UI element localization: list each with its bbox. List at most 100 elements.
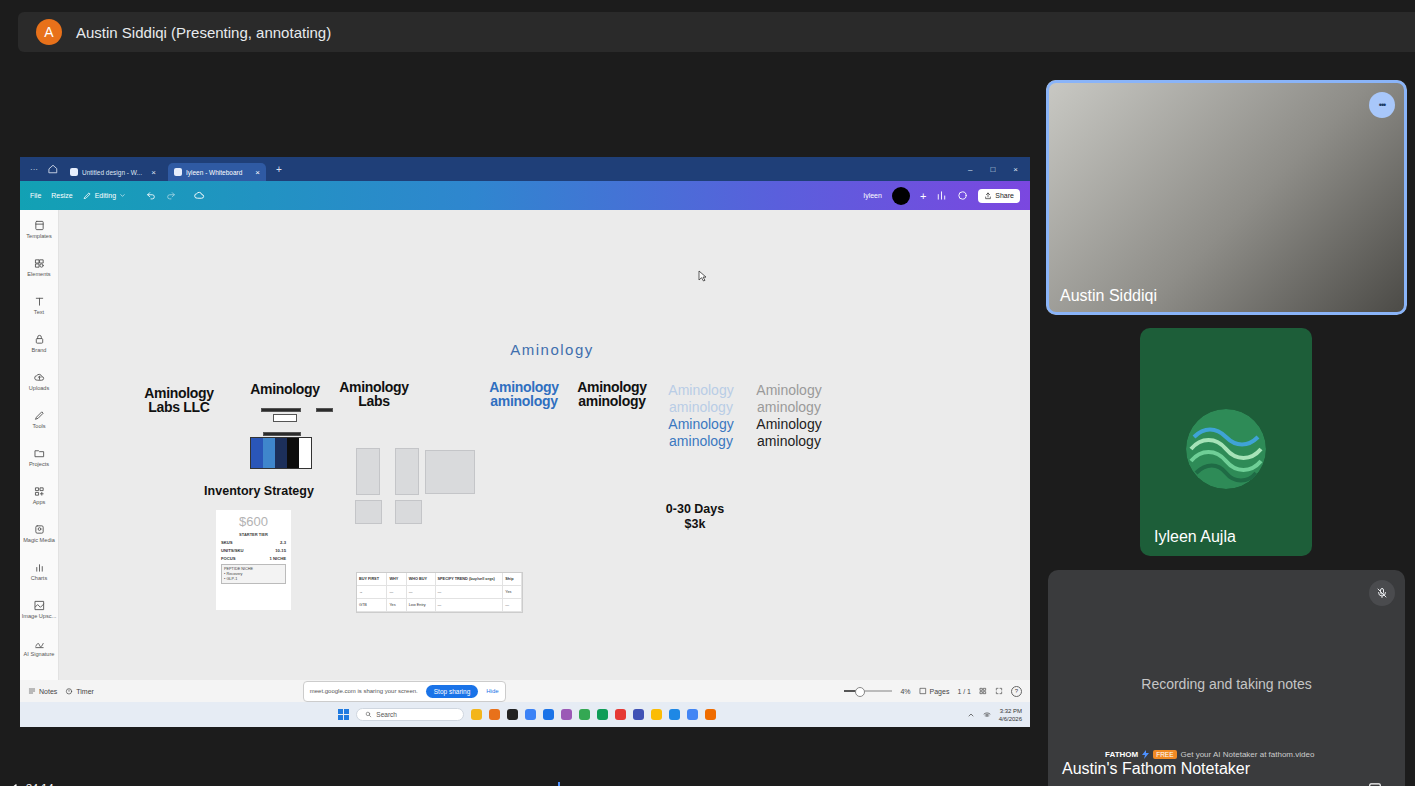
home-icon[interactable] (48, 164, 58, 174)
redo-icon[interactable] (166, 191, 176, 201)
taskbar-app-icon[interactable] (471, 709, 482, 720)
participant-tile[interactable]: Recording and taking notesFATHOMFREEGet … (1048, 570, 1405, 786)
browser-tab[interactable]: Untitled design - W... × (64, 163, 162, 181)
taskbar-app-icon[interactable] (651, 709, 662, 720)
taskbar-search[interactable]: Search (356, 708, 464, 721)
tray-chevron-icon[interactable] (967, 711, 975, 719)
sidebar-item[interactable]: Text (20, 296, 58, 334)
notes-button[interactable]: Notes (28, 687, 57, 695)
menu-item[interactable]: File (30, 192, 41, 199)
presenter-label: Austin Siddiqi (Presenting, annotating) (76, 24, 331, 41)
clock[interactable]: 3:32 PM4/6/2026 (999, 707, 1022, 723)
table-header: WHO BUY (407, 573, 436, 586)
comment-icon[interactable] (957, 190, 968, 201)
add-collaborator[interactable]: + (920, 190, 926, 202)
product-image[interactable] (356, 448, 380, 495)
user-avatar[interactable] (892, 187, 910, 205)
product-image[interactable] (425, 450, 475, 494)
color-swatch[interactable] (299, 438, 311, 468)
help-button[interactable]: ? (1011, 686, 1022, 697)
menu-item[interactable]: Resize (51, 192, 72, 199)
sidebar-item[interactable]: Image Upsc... (20, 600, 58, 638)
taskbar-app-icon[interactable] (705, 709, 716, 720)
participant-tile[interactable]: Iyleen Aujla (1140, 328, 1312, 556)
tier-note-line: • Recovery (224, 572, 283, 576)
whiteboard-canvas[interactable]: AminologyAminologyLabs LLCAminologyAmino… (59, 210, 1030, 680)
playback-time: 34:14 (26, 782, 52, 786)
taskbar-app-icon[interactable] (507, 709, 518, 720)
stop-sharing-button[interactable]: Stop sharing (426, 685, 479, 698)
sidebar-item[interactable]: Projects (20, 448, 58, 486)
sidebar-item[interactable]: Elements (20, 258, 58, 296)
window-control[interactable]: × (1007, 165, 1024, 174)
sidebar-item[interactable]: Magic Media (20, 524, 58, 562)
participant-tile[interactable]: Austin Siddiqi••• (1046, 80, 1407, 315)
editing-dropdown[interactable]: Editing (83, 191, 126, 200)
undo-icon[interactable] (146, 191, 156, 201)
taskbar-app-icon[interactable] (669, 709, 680, 720)
color-swatch[interactable] (275, 438, 287, 468)
taskbar-app-icon[interactable] (615, 709, 626, 720)
tier-row: SKUS2-3 (221, 540, 286, 545)
sidebar-item[interactable]: Apps (20, 486, 58, 524)
taskbar-app-icon[interactable] (597, 709, 608, 720)
tab-close[interactable]: × (151, 168, 156, 177)
playhead[interactable] (558, 782, 560, 786)
tier-cell: 1 NICHE (269, 556, 286, 561)
zoom-knob[interactable] (855, 687, 865, 697)
grid-view-icon[interactable] (979, 687, 987, 695)
table-cell: — (387, 586, 406, 599)
label-mockup-bar (273, 414, 297, 422)
color-swatch[interactable] (263, 438, 275, 468)
sidebar-item[interactable]: Tools (20, 410, 58, 448)
taskbar-app-icon[interactable] (561, 709, 572, 720)
taskbar-app-icon[interactable] (633, 709, 644, 720)
color-swatch[interactable] (287, 438, 299, 468)
sidebar-item[interactable]: Uploads (20, 372, 58, 410)
sidebar-item[interactable]: Templates (20, 220, 58, 258)
sidebar-item[interactable]: Brand (20, 334, 58, 372)
product-image[interactable] (395, 448, 419, 495)
canva-favicon-icon (174, 168, 182, 176)
taskbar-app-icon[interactable] (489, 709, 500, 720)
color-swatch[interactable] (251, 438, 263, 468)
taskbar-app-icon[interactable] (543, 709, 554, 720)
tier-card[interactable]: $600STARTER TIERSKUS2-3UNITS/SKU10-15FOC… (216, 510, 291, 610)
cloud-icon[interactable] (194, 190, 205, 201)
taskbar-app-icon[interactable] (579, 709, 590, 720)
product-image[interactable] (395, 500, 422, 524)
tier-row: FOCUS1 NICHE (221, 556, 286, 561)
wordmark-line: Labs (339, 394, 409, 408)
sidebar-label: Templates (26, 233, 52, 239)
taskbar-app-icon[interactable] (687, 709, 698, 720)
sidebar-item[interactable]: AI Signature (20, 638, 58, 676)
wordmark-line: aminology (756, 399, 821, 416)
pages-button[interactable]: Pages (919, 687, 950, 695)
wordmark-color: Aminologyaminology (668, 416, 733, 450)
picture-in-picture-icon[interactable] (1368, 781, 1382, 786)
more-options-button[interactable]: ••• (1369, 92, 1395, 118)
window-control[interactable]: □ (984, 165, 1001, 174)
participant-status: Recording and taking notes (1048, 676, 1405, 692)
windows-start-icon[interactable] (338, 709, 349, 720)
window-control[interactable]: – (962, 165, 978, 174)
plan-table[interactable]: BUY FIRSTWHYWHO BUYSPECIFY TREND (buy/se… (356, 572, 523, 613)
timer-button[interactable]: Timer (65, 687, 94, 695)
tab-close[interactable]: × (255, 168, 260, 177)
insights-icon[interactable] (936, 190, 947, 201)
wordmark-color: Aminology (250, 382, 320, 396)
presenter-initial: A (44, 24, 53, 40)
hide-button[interactable]: Hide (486, 688, 498, 694)
sidebar-item[interactable]: Charts (20, 562, 58, 600)
share-button[interactable]: Share (978, 189, 1020, 203)
fullscreen-icon[interactable] (995, 687, 1003, 695)
wordmark-color: AminologyLabs LLC (144, 386, 214, 414)
taskbar-app-icon[interactable] (525, 709, 536, 720)
menu-dots[interactable]: ··· (26, 165, 42, 174)
zoom-slider[interactable] (844, 690, 892, 692)
browser-tab[interactable]: Iyleen - Whiteboard× (168, 163, 266, 181)
volume-icon[interactable] (9, 782, 22, 786)
tab-label: Untitled design - W... (82, 169, 142, 176)
new-tab-button[interactable]: + (272, 164, 286, 175)
product-image[interactable] (355, 500, 382, 524)
